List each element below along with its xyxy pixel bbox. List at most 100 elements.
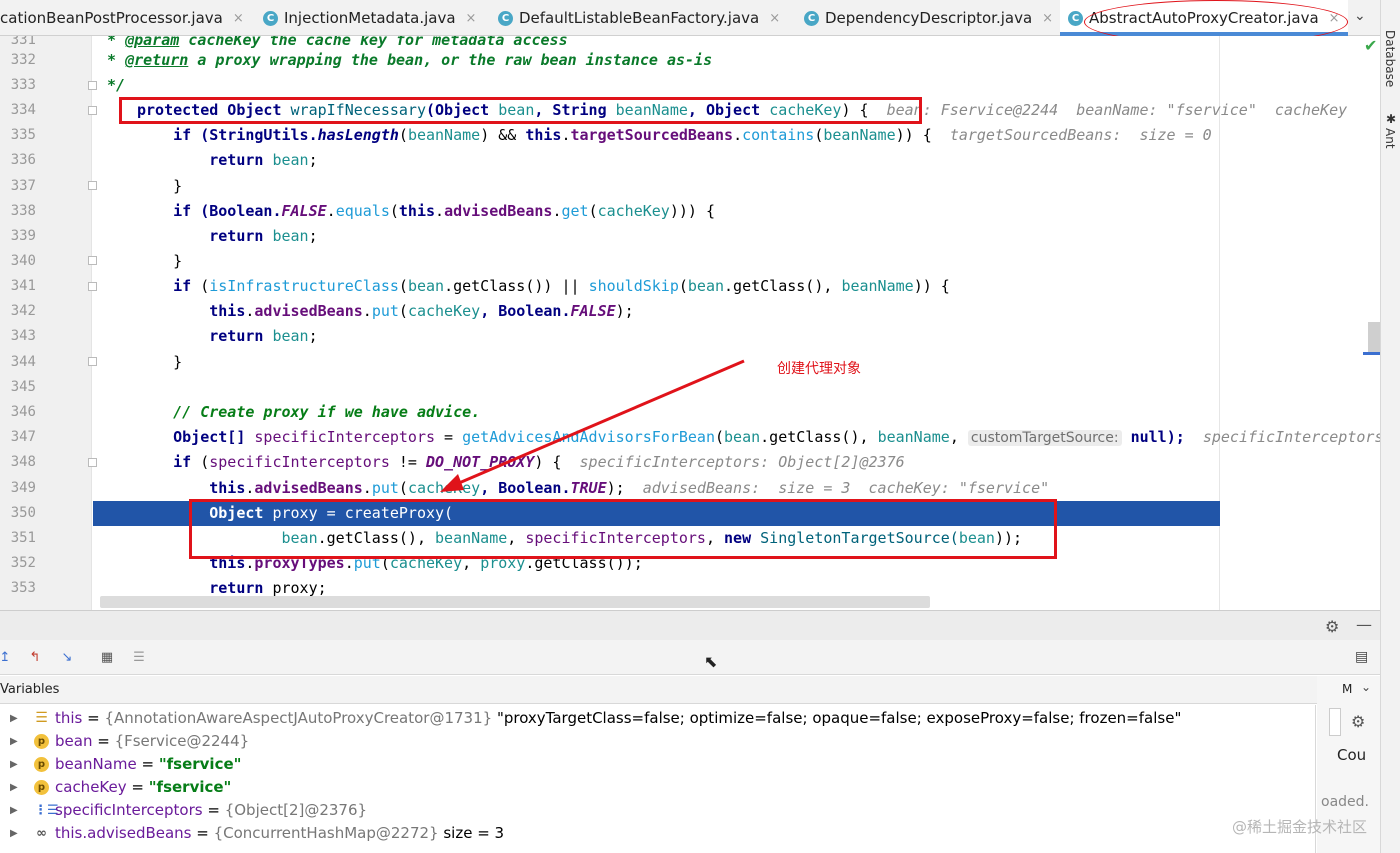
tab-injection-metadata[interactable]: C InjectionMetadata.java × — [263, 0, 476, 36]
mouse-cursor-icon: ⬉ — [704, 652, 718, 671]
vertical-scrollbar-thumb[interactable] — [1368, 322, 1380, 352]
close-icon[interactable]: × — [233, 11, 244, 26]
watch-settings-gear-icon[interactable]: ⚙ — [1351, 712, 1365, 731]
trace-icon[interactable]: ☰ — [130, 648, 148, 666]
code-line-337: } — [137, 177, 183, 195]
fold-marker-icon[interactable] — [88, 256, 97, 265]
line-number: 353 — [10, 580, 36, 596]
watch-glasses-icon: ∞ — [36, 826, 47, 841]
minimize-icon[interactable]: — — [1356, 615, 1372, 634]
horizontal-scrollbar[interactable] — [100, 596, 930, 608]
variables-tree[interactable]: ▶ ☰ this = {AnnotationAwareAspectJAutoPr… — [0, 705, 1316, 853]
class-icon: C — [1068, 10, 1083, 26]
evaluate-expression-icon[interactable]: ▦ — [98, 648, 116, 666]
tab-dependency-descriptor[interactable]: C DependencyDescriptor.java × — [804, 0, 1053, 36]
code-line-346: // Create proxy if we have advice. — [137, 403, 481, 421]
error-stripe-marker[interactable] — [1363, 352, 1380, 355]
parameter-icon: p — [34, 757, 49, 772]
code-line-338: if (Boolean.FALSE.equals(this.advisedBea… — [137, 202, 715, 220]
watch-label: M — [1342, 682, 1353, 696]
line-number: 332 — [10, 52, 36, 68]
line-number-gutter: 331 332 333 334 335 336 337 338 339 340 … — [0, 36, 97, 610]
tab-list-chevron-icon[interactable]: ⌄ — [1354, 8, 1366, 24]
line-number: 352 — [10, 555, 36, 571]
class-icon: C — [498, 10, 513, 26]
tab-label: cationBeanPostProcessor.java — [0, 9, 223, 27]
close-icon[interactable]: × — [1042, 11, 1053, 26]
tab-annotation-bean-post-processor[interactable]: cationBeanPostProcessor.java × — [0, 0, 244, 36]
fold-marker-icon[interactable] — [88, 106, 97, 115]
watch-label: Cou — [1337, 746, 1367, 764]
fold-marker-icon[interactable] — [88, 458, 97, 467]
variables-header: Variables — [0, 676, 1380, 704]
layout-icon[interactable]: ▤ — [1355, 649, 1368, 665]
object-list-icon: ☰ — [35, 710, 48, 726]
code-line-333: */ — [98, 76, 126, 94]
ant-icon: ✱ — [1386, 112, 1397, 126]
inspection-ok-check-icon[interactable]: ✔ — [1364, 36, 1377, 55]
line-number: 333 — [10, 77, 36, 93]
code-line-343: return bean; — [137, 327, 318, 345]
debug-panel-header: ⚙ — — [0, 610, 1380, 640]
code-line-334: protected Object wrapIfNecessary(Object … — [137, 101, 1348, 119]
line-number: 338 — [10, 203, 36, 219]
parameter-icon: p — [34, 734, 49, 749]
line-number: 335 — [10, 127, 36, 143]
parameter-hint: customTargetSource: — [967, 430, 1122, 446]
code-line-350-current: Object proxy = createProxy( — [93, 501, 1220, 526]
code-line-351: bean.getClass(), beanName, specificInter… — [281, 529, 1023, 547]
line-number: 348 — [10, 454, 36, 470]
tab-label: InjectionMetadata.java — [284, 9, 456, 27]
run-to-cursor-icon[interactable]: ↘ — [58, 648, 76, 666]
line-number: 334 — [10, 102, 36, 118]
code-line-348: if (specificInterceptors != DO_NOT_PROXY… — [137, 453, 905, 471]
code-line-347: Object[] specificInterceptors = getAdvic… — [137, 428, 1380, 446]
expand-arrow-icon[interactable]: ▶ — [10, 753, 18, 776]
expand-arrow-icon[interactable]: ▶ — [10, 822, 18, 845]
code-line-352: this.proxyTypes.put(cacheKey, proxy.getC… — [137, 554, 643, 572]
line-number: 341 — [10, 278, 36, 294]
code-line-332: * @return a proxy wrapping the bean, or … — [98, 51, 713, 69]
line-number: 346 — [10, 404, 36, 420]
step-out-icon[interactable]: ↥ — [0, 648, 14, 666]
drop-frame-icon[interactable]: ↰ — [26, 648, 44, 666]
tab-default-listable-bean-factory[interactable]: C DefaultListableBeanFactory.java × — [498, 0, 780, 36]
expand-arrow-icon[interactable]: ▶ — [10, 799, 18, 822]
tab-abstract-auto-proxy-creator[interactable]: C AbstractAutoProxyCreator.java × — [1060, 0, 1348, 36]
expand-arrow-icon[interactable]: ▶ — [10, 776, 18, 799]
close-icon[interactable]: × — [1329, 11, 1340, 26]
watch-status: oaded. — [1321, 794, 1369, 810]
fold-marker-icon[interactable] — [88, 282, 97, 291]
settings-gear-icon[interactable]: ⚙ — [1325, 617, 1339, 636]
line-number: 342 — [10, 303, 36, 319]
right-tool-strip: Database ✱ Ant — [1380, 0, 1400, 853]
fold-marker-icon[interactable] — [88, 81, 97, 90]
expand-arrow-icon[interactable]: ▶ — [10, 730, 18, 753]
editor-tab-bar: cationBeanPostProcessor.java × C Injecti… — [0, 0, 1380, 36]
line-number: 337 — [10, 178, 36, 194]
tab-label: DefaultListableBeanFactory.java — [519, 9, 760, 27]
close-icon[interactable]: × — [769, 11, 780, 26]
code-line-349: this.advisedBeans.put(cacheKey, Boolean.… — [137, 479, 1050, 497]
line-number: 347 — [10, 429, 36, 445]
code-line-336: return bean; — [137, 151, 318, 169]
ant-tool-button[interactable]: Ant — [1383, 128, 1397, 149]
line-number: 349 — [10, 480, 36, 496]
code-line-339: return bean; — [137, 227, 318, 245]
line-number: 344 — [10, 354, 36, 370]
watermark: @稀土掘金技术社区 — [1232, 818, 1368, 836]
code-line-342: this.advisedBeans.put(cacheKey, Boolean.… — [137, 302, 634, 320]
chevron-down-icon[interactable]: ⌄ — [1361, 680, 1371, 694]
fold-marker-icon[interactable] — [88, 181, 97, 190]
variables-title: Variables — [0, 682, 60, 697]
close-icon[interactable]: × — [466, 11, 477, 26]
code-editor[interactable]: 331 332 333 334 335 336 337 338 339 340 … — [0, 36, 1380, 610]
expand-arrow-icon[interactable]: ▶ — [10, 707, 18, 730]
line-number: 340 — [10, 253, 36, 269]
parameter-icon: p — [34, 780, 49, 795]
watch-scroll-thumb[interactable] — [1329, 708, 1341, 736]
database-tool-button[interactable]: Database — [1383, 30, 1397, 87]
fold-marker-icon[interactable] — [88, 357, 97, 366]
line-number: 351 — [10, 530, 36, 546]
